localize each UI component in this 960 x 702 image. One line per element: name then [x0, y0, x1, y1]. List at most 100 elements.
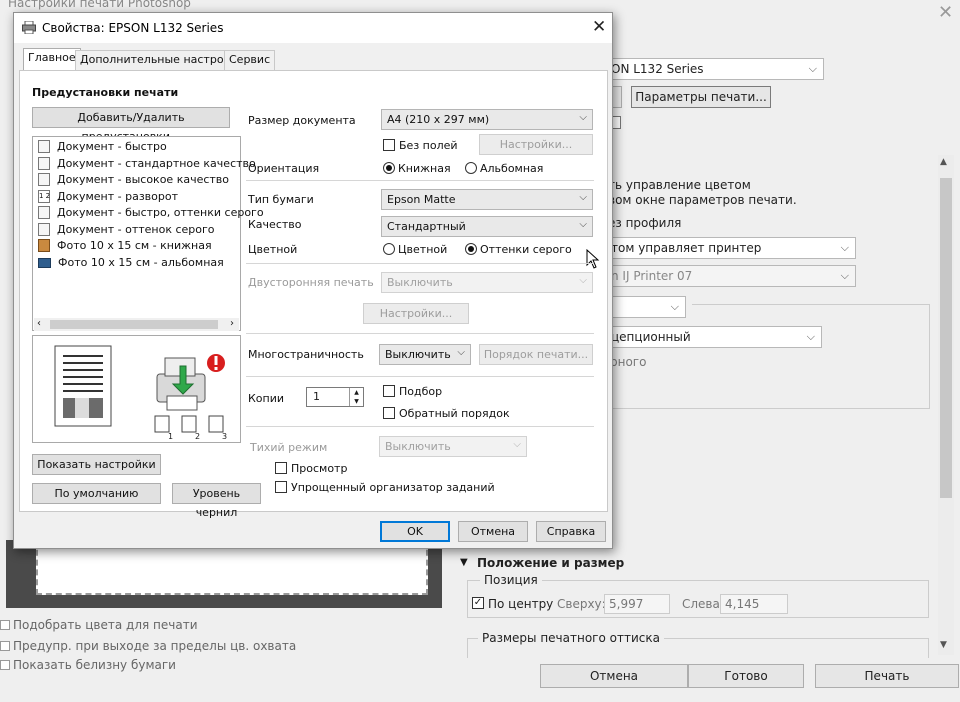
chevron-down-icon: ⌵: [840, 269, 849, 282]
collate-label: Подбор: [399, 385, 443, 398]
color-option-label: Цветной: [398, 243, 448, 256]
show-settings-button[interactable]: Показать настройки: [32, 454, 161, 475]
match-colors-label: Подобрать цвета для печати: [13, 618, 198, 632]
mouse-cursor-icon: [586, 249, 600, 269]
cancel-button[interactable]: Отмена: [540, 664, 688, 688]
scroll-right-icon[interactable]: ›: [230, 318, 234, 329]
chevron-down-icon: ⌵: [457, 347, 465, 358]
mode-select[interactable]: ⌵: [604, 296, 686, 318]
doc-size-select[interactable]: A4 (210 x 297 мм) ⌵: [381, 109, 593, 130]
horizontal-scrollbar[interactable]: ‹ ›: [34, 318, 239, 331]
paper-type-label: Тип бумаги: [248, 193, 314, 206]
job-arranger-checkbox[interactable]: [275, 481, 287, 493]
cancel-button[interactable]: Отмена: [458, 521, 528, 542]
color-group-border: [692, 304, 930, 409]
quiet-mode-value: Выключить: [385, 440, 451, 453]
top-value-field: 5,997: [604, 594, 670, 614]
document-high-quality-icon: [38, 173, 50, 186]
scroll-up-icon[interactable]: ▲: [940, 157, 947, 167]
match-colors-checkbox[interactable]: Подобрать цвета для печати: [0, 618, 198, 632]
list-item[interactable]: Документ - быстро: [38, 140, 167, 153]
copies-stepper[interactable]: ▲ ▼: [349, 388, 363, 406]
multipage-label: Многостраничность: [248, 348, 364, 361]
checkbox-box[interactable]: [0, 641, 10, 651]
tab-service[interactable]: Сервис: [224, 50, 276, 70]
scroll-down-icon[interactable]: ▼: [940, 640, 947, 650]
preset-label: Фото 10 x 15 см - книжная: [57, 239, 212, 252]
preview-checkbox[interactable]: [275, 462, 287, 474]
ok-button[interactable]: OK: [380, 521, 450, 542]
list-item[interactable]: Документ - быстро, оттенки серого: [38, 206, 264, 219]
landscape-radio[interactable]: [465, 162, 477, 174]
list-item[interactable]: Документ - оттенок серого: [38, 223, 215, 236]
ink-levels-button[interactable]: Уровень чернил: [172, 483, 261, 519]
checkbox-box[interactable]: [0, 660, 10, 670]
color-radio[interactable]: [383, 243, 395, 255]
printer-select[interactable]: ON L132 Series ⌵: [604, 58, 824, 80]
preview-graphic: [54, 345, 225, 433]
paper-white-checkbox[interactable]: Показать белизну бумаги: [0, 658, 176, 672]
page-preview-icon: [54, 345, 112, 427]
portrait-label: Книжная: [398, 162, 451, 175]
collapse-arrow-icon[interactable]: ▼: [460, 557, 468, 568]
chevron-down-icon: ⌵: [579, 219, 587, 230]
list-item[interactable]: Документ - высокое качество: [38, 173, 229, 186]
page-order-label: 3: [222, 432, 228, 441]
scrollbar-thumb[interactable]: [50, 320, 218, 329]
black-point-compensation[interactable]: рного: [610, 355, 646, 369]
scrollbar-thumb[interactable]: [940, 178, 952, 498]
paper-type-select[interactable]: Epson Matte ⌵: [381, 189, 593, 210]
paper-white-label: Показать белизну бумаги: [13, 658, 176, 672]
presets-title: Предустановки печати: [32, 86, 179, 99]
gamut-warning-checkbox[interactable]: Предупр. при выходе за пределы цв. охват…: [0, 639, 296, 653]
chevron-down-icon: ⌵: [513, 439, 521, 450]
reverse-order-checkbox[interactable]: [383, 407, 395, 419]
chevron-down-icon: ⌵: [808, 62, 817, 75]
divider: [246, 263, 594, 264]
photo-landscape-icon: [38, 257, 51, 268]
left-label: Слева:: [682, 597, 724, 611]
tab-main[interactable]: Главное: [23, 48, 81, 71]
print-button[interactable]: Печать: [815, 664, 959, 688]
list-item[interactable]: Фото 10 x 15 см - альбомная: [38, 256, 224, 269]
center-checkbox[interactable]: ✓: [472, 597, 484, 609]
portrait-radio[interactable]: [383, 162, 395, 174]
chevron-down-icon: ⌵: [670, 300, 679, 313]
duplex-value: Выключить: [387, 276, 453, 289]
copies-label: Копии: [248, 392, 285, 405]
reverse-order-label: Обратный порядок: [399, 407, 510, 420]
defaults-button[interactable]: По умолчанию: [32, 483, 161, 504]
close-icon[interactable]: ✕: [592, 17, 606, 37]
multipage-select[interactable]: Выключить ⌵: [379, 344, 471, 365]
print-size-group-label: Размеры печатного оттиска: [478, 631, 664, 645]
preset-label: Документ - быстро: [57, 140, 167, 153]
no-profile-option[interactable]: ез профиля: [608, 216, 681, 230]
scroll-left-icon[interactable]: ‹: [37, 318, 41, 329]
help-button[interactable]: Справка: [536, 521, 606, 542]
printer-profile-select: n IJ Printer 07 ⌵: [604, 265, 856, 287]
color-label: Цветной: [248, 243, 298, 256]
print-preview-area: [6, 540, 442, 608]
collate-checkbox[interactable]: [383, 385, 395, 397]
list-item[interactable]: Документ - стандартное качество: [38, 157, 256, 170]
printer-status-icon: [156, 357, 206, 411]
color-handling-select[interactable]: том управляет принтер ⌵: [604, 237, 856, 259]
grayscale-radio[interactable]: [465, 243, 477, 255]
presets-list[interactable]: Документ - быстро Документ - стандартное…: [32, 136, 264, 331]
checkbox-box[interactable]: [0, 620, 10, 630]
printer-icon: [22, 21, 36, 34]
job-arranger-label: Упрощенный организатор заданий: [291, 481, 495, 494]
add-remove-presets-button[interactable]: Добавить/Удалить предустановки...: [32, 107, 230, 143]
print-settings-button[interactable]: Параметры печати...: [631, 86, 771, 108]
close-icon[interactable]: ✕: [938, 2, 953, 23]
list-item[interactable]: 1 2 Документ - разворот: [38, 190, 178, 203]
copies-input[interactable]: 1 ▲ ▼: [306, 387, 364, 407]
dialog-title: Свойства: EPSON L132 Series: [42, 21, 224, 35]
gamut-warning-label: Предупр. при выходе за пределы цв. охват…: [13, 639, 297, 653]
borderless-checkbox[interactable]: [383, 139, 395, 151]
quality-select[interactable]: Стандартный ⌵: [381, 216, 593, 237]
list-item[interactable]: Фото 10 x 15 см - книжная: [38, 239, 212, 252]
print-preview-box: 1 2 3: [32, 335, 241, 443]
rendering-intent-value: цепционный: [611, 330, 691, 344]
done-button[interactable]: Готово: [688, 664, 804, 688]
